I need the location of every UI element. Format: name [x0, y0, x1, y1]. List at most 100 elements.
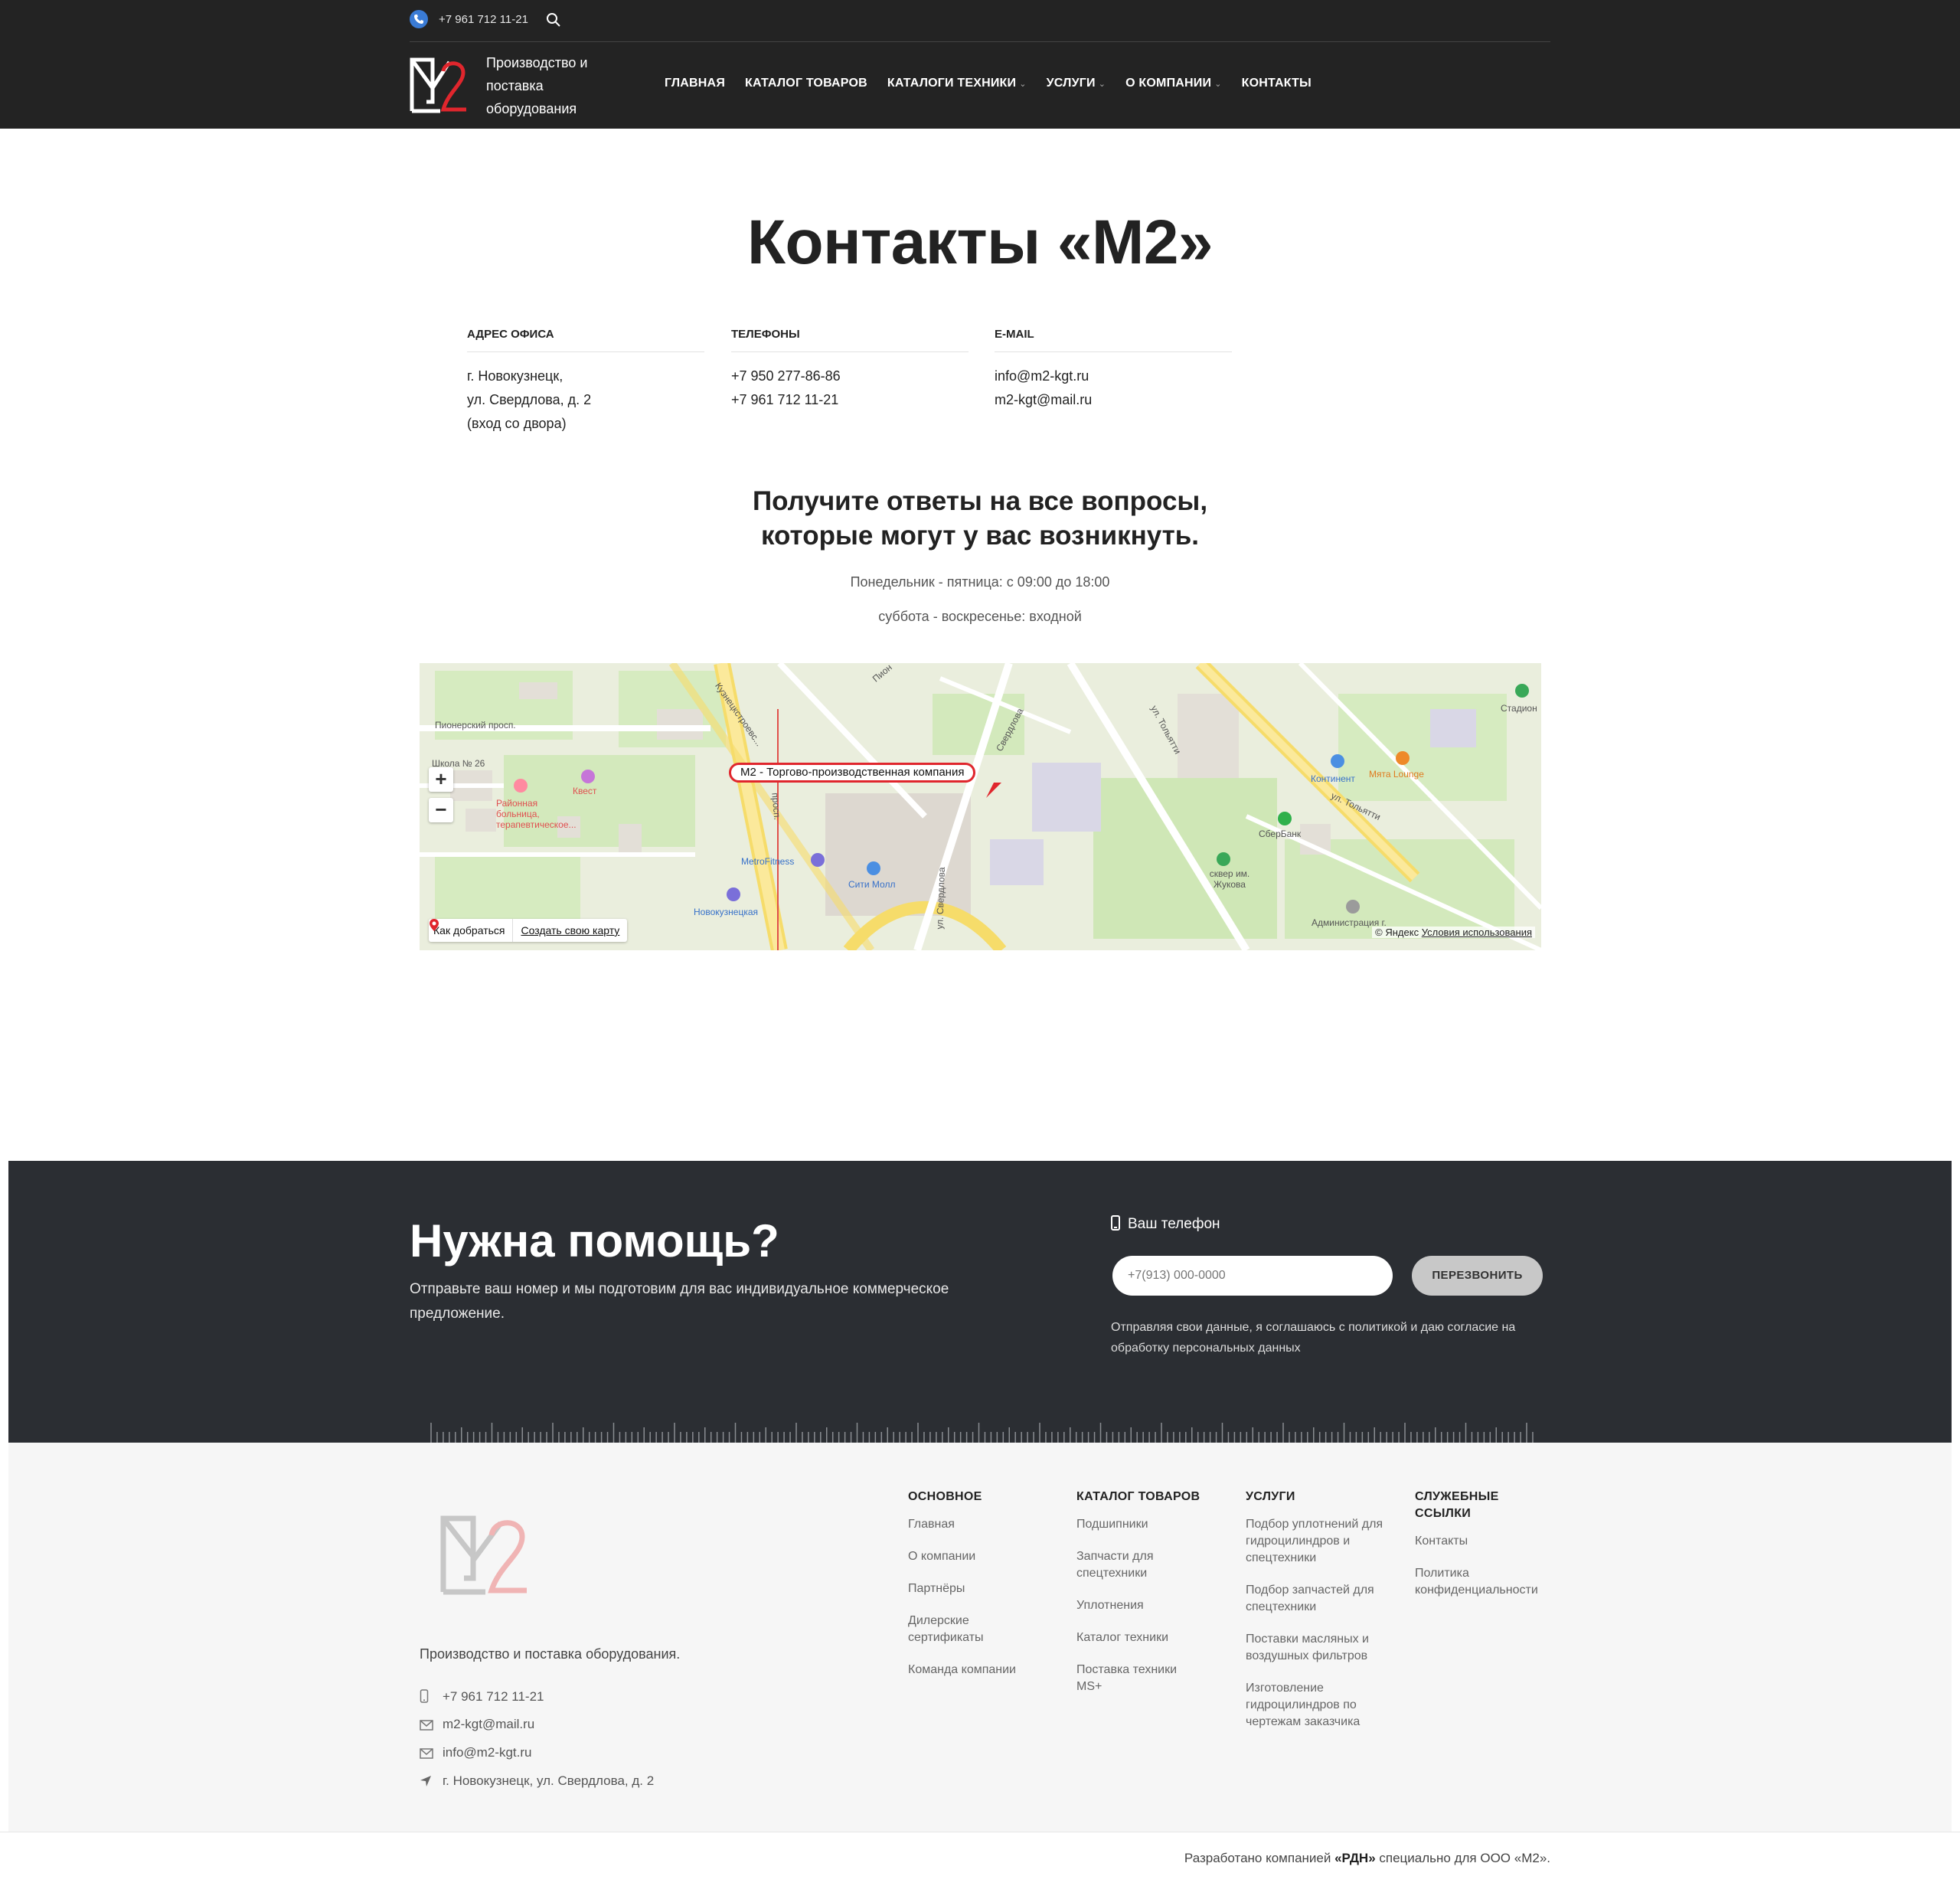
map-label: ул. Свердлова [934, 867, 947, 930]
footer-description: Производство и поставка оборудования. [420, 1646, 681, 1662]
footer-logo[interactable] [439, 1511, 530, 1600]
top-bar: +7 961 712 11-21 [410, 0, 1550, 42]
footer-link[interactable]: Изготовление гидроцилиндров по чертежам … [1246, 1680, 1391, 1731]
column-caption: ТЕЛЕФОНЫ [731, 328, 969, 352]
footer-link[interactable]: Главная [908, 1516, 1061, 1533]
create-map-link[interactable]: Создать свою карту [513, 919, 627, 942]
faq-heading-line: Получите ответы на все вопросы, [752, 486, 1208, 516]
logo-tagline: Производство и поставка оборудования [486, 51, 624, 120]
footer-link[interactable]: О компании [908, 1548, 1061, 1565]
footer-phone[interactable]: +7 961 712 11-21 [420, 1689, 544, 1707]
map-label: Районная больница, терапевтическое... [496, 798, 577, 830]
footer-email-2[interactable]: info@m2-kgt.ru [420, 1745, 531, 1763]
envelope-icon [420, 1719, 436, 1734]
address-column: АДРЕС ОФИСА г. Новокузнецк, ул. Свердлов… [467, 328, 704, 436]
footer-address: г. Новокузнецк, ул. Свердлова, д. 2 [420, 1773, 654, 1791]
address-line: (вход со двора) [467, 416, 567, 431]
footer-column-services: УСЛУГИ Подбор уплотнений для гидроцилинд… [1246, 1489, 1399, 1746]
logo-tagline-line: поставка [486, 78, 544, 93]
email-link[interactable]: m2-kgt@mail.ru [995, 388, 1232, 412]
nav-home[interactable]: ГЛАВНАЯ [665, 77, 725, 90]
yandex-map[interactable]: + − М2 - Торгово-производственная компан… [420, 663, 1541, 950]
footer-link[interactable]: Партнёры [908, 1580, 1061, 1597]
phone-field-label: Ваш телефон [1111, 1215, 1220, 1233]
phone-link[interactable]: +7 961 712 11-21 [731, 388, 969, 412]
email-link[interactable]: info@m2-kgt.ru [995, 364, 1232, 388]
column-values: г. Новокузнецк, ул. Свердлова, д. 2 (вхо… [467, 364, 704, 436]
ruler-decoration [430, 1423, 1534, 1443]
footer-link[interactable]: Команда компании [908, 1662, 1061, 1678]
nav-label: ГЛАВНАЯ [665, 77, 726, 90]
footer-column-heading: ОСНОВНОЕ [908, 1490, 982, 1503]
footer-link[interactable]: Подшипники [1076, 1516, 1230, 1533]
map-label: Квест [573, 786, 597, 796]
nav-label: КАТАЛОГ ТОВАРОВ [745, 77, 867, 90]
footer-column-service-links: СЛУЖЕБНЫЕ ССЫЛКИ Контакты Политика конфи… [1415, 1489, 1560, 1614]
zoom-in-button[interactable]: + [429, 767, 453, 792]
map-label: сквер им. Жукова [1209, 868, 1250, 890]
logo-tagline-line: Производство и [486, 55, 588, 70]
phone-icon[interactable] [410, 10, 428, 28]
faq-heading: Получите ответы на все вопросы, которые … [0, 484, 1960, 553]
footer-link[interactable]: Поставки масляных и воздушных фильтров [1246, 1631, 1391, 1665]
location-arrow-icon [420, 1775, 436, 1791]
footer-link[interactable]: Запчасти для спецтехники [1076, 1548, 1176, 1582]
address-line: г. Новокузнецк, [467, 368, 564, 384]
footer-link[interactable]: Уплотнения [1076, 1597, 1230, 1614]
address-line: ул. Свердлова, д. 2 [467, 392, 592, 407]
zoom-out-button[interactable]: − [429, 798, 453, 822]
footer-column-heading: СЛУЖЕБНЫЕ ССЫЛКИ [1415, 1490, 1499, 1520]
footer-link[interactable]: Подбор запчастей для спецтехники [1246, 1582, 1376, 1616]
footer-link[interactable]: Дилерские сертификаты [908, 1613, 1008, 1646]
footer-link[interactable]: Подбор уплотнений для гидроцилиндров и с… [1246, 1516, 1391, 1567]
nav-about[interactable]: О КОМПАНИИ ⌄ [1125, 77, 1221, 90]
phone-input[interactable] [1112, 1256, 1393, 1296]
footer-column-heading: УСЛУГИ [1246, 1490, 1295, 1503]
terms-link[interactable]: Условия использования [1422, 927, 1532, 938]
envelope-icon [420, 1747, 436, 1763]
consent-note: Отправляя свои данные, я соглашаюсь с по… [1111, 1321, 1516, 1355]
footer-column-heading: КАТАЛОГ ТОВАРОВ [1076, 1490, 1200, 1503]
map-label: Новокузнецкая [694, 907, 758, 917]
map-bottom-controls: Как добраться Создать свою карту [429, 919, 628, 942]
nav-services[interactable]: УСЛУГИ ⌄ [1047, 77, 1106, 90]
page-title: Контакты «М2» [746, 208, 1214, 277]
main-nav: ГЛАВНАЯ КАТАЛОГ ТОВАРОВ КАТАЛОГИ ТЕХНИКИ… [665, 77, 1331, 90]
nav-equipment-catalogs[interactable]: КАТАЛОГИ ТЕХНИКИ ⌄ [887, 77, 1027, 90]
chevron-down-icon: ⌄ [1098, 80, 1106, 89]
map-label: Пионерский просп. [435, 720, 516, 731]
footer-link[interactable]: Контакты [1415, 1533, 1560, 1550]
credits-company[interactable]: «РДН» [1334, 1851, 1376, 1865]
help-section: Нужна помощь? Отправьте ваш номер и мы п… [8, 1161, 1952, 1443]
nav-label: УСЛУГИ [1046, 77, 1096, 90]
footer-link[interactable]: Политика конфиденциальности [1415, 1565, 1560, 1599]
map-label: Сити Молл [848, 879, 896, 890]
column-values: info@m2-kgt.ru m2-kgt@mail.ru [995, 364, 1232, 412]
top-phone[interactable]: +7 961 712 11-21 [439, 13, 528, 26]
hours-weekend: суббота - воскресенье: входной [878, 609, 1082, 624]
footer-email-1[interactable]: m2-kgt@mail.ru [420, 1717, 534, 1734]
chevron-down-icon: ⌄ [1214, 80, 1222, 89]
callback-button[interactable]: ПЕРЕЗВОНИТЬ [1412, 1256, 1543, 1296]
logo[interactable] [410, 56, 468, 114]
route-label: Как добраться [433, 924, 505, 936]
map-label: Континент [1311, 773, 1355, 784]
email-column: E-MAIL info@m2-kgt.ru m2-kgt@mail.ru [995, 328, 1232, 412]
map-label: MetroFitness [741, 856, 795, 867]
mobile-icon [1111, 1215, 1120, 1231]
site-header: +7 961 712 11-21 Производство и поставка… [0, 0, 1960, 129]
nav-label: КАТАЛОГИ ТЕХНИКИ [887, 77, 1017, 90]
column-caption: АДРЕС ОФИСА [467, 328, 704, 352]
footer-link[interactable]: Каталог техники [1076, 1629, 1230, 1646]
map-label: Стадион [1501, 703, 1537, 714]
search-icon[interactable] [546, 11, 561, 32]
nav-contacts[interactable]: КОНТАКТЫ [1242, 77, 1312, 90]
nav-catalog[interactable]: КАТАЛОГ ТОВАРОВ [745, 77, 867, 90]
placemark-label[interactable]: М2 - Торгово-производственная компания [729, 763, 976, 783]
map-label: просп. [769, 792, 783, 821]
route-button[interactable]: Как добраться [429, 919, 514, 942]
footer-link[interactable]: Поставка техники MS+ [1076, 1662, 1199, 1695]
map-tiles [420, 663, 1541, 950]
footer-address-text: г. Новокузнецк, ул. Свердлова, д. 2 [443, 1773, 655, 1788]
phone-link[interactable]: +7 950 277-86-86 [731, 364, 969, 388]
